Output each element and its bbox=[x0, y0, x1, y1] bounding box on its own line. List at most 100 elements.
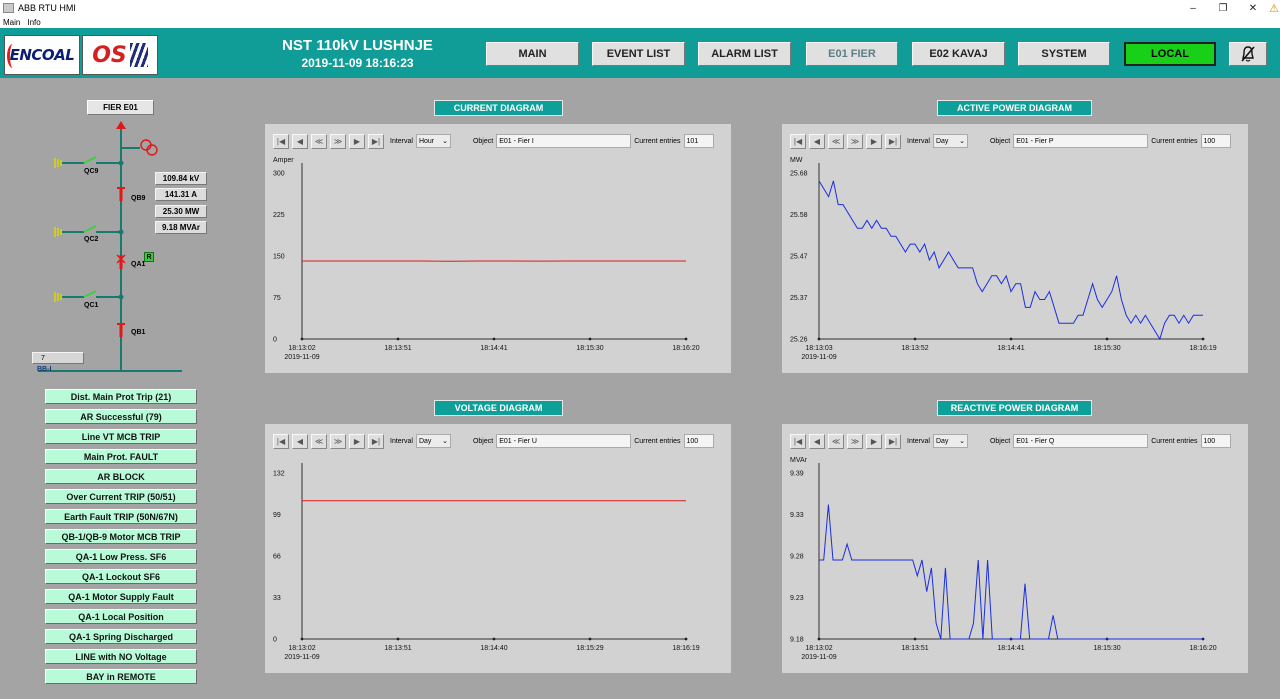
prev-button[interactable]: ◀ bbox=[292, 133, 308, 149]
local-mode-button[interactable]: LOCAL bbox=[1124, 42, 1216, 66]
alarm-indicator[interactable]: QA-1 Low Press. SF6 bbox=[45, 549, 197, 564]
first-page-button[interactable]: |◀ bbox=[790, 433, 806, 449]
object-field[interactable]: E01 - Fier Q bbox=[1013, 434, 1149, 448]
next-button[interactable]: ▶ bbox=[349, 433, 365, 449]
qc9-earth-icon bbox=[54, 158, 62, 168]
menu-info[interactable]: Info bbox=[27, 18, 40, 27]
x-tick-label: 18:13:02 bbox=[805, 645, 832, 652]
fast-forward-button[interactable]: ≫ bbox=[330, 433, 346, 449]
rewind-button[interactable]: ≪ bbox=[828, 433, 844, 449]
last-page-button[interactable]: ▶| bbox=[368, 133, 384, 149]
x-tick-label: 18:15:29 bbox=[576, 645, 603, 652]
qb1-label[interactable]: QB1 bbox=[131, 329, 145, 336]
x-tick-mark bbox=[684, 337, 688, 341]
prev-button[interactable]: ◀ bbox=[292, 433, 308, 449]
qa1-label[interactable]: QA1 bbox=[131, 261, 145, 268]
y-tick-label: 150 bbox=[273, 254, 285, 261]
current-entries-field[interactable]: 101 bbox=[683, 134, 714, 148]
object-field[interactable]: E01 - Fier U bbox=[496, 434, 632, 448]
alarm-indicator[interactable]: QB-1/QB-9 Motor MCB TRIP bbox=[45, 529, 197, 544]
object-field[interactable]: E01 - Fier P bbox=[1013, 134, 1149, 148]
rewind-button[interactable]: ≪ bbox=[311, 433, 327, 449]
fast-forward-button[interactable]: ≫ bbox=[847, 433, 863, 449]
minimize-button[interactable]: – bbox=[1178, 0, 1208, 16]
current-entries-field[interactable]: 100 bbox=[1200, 134, 1231, 148]
y-tick-label: 33 bbox=[273, 595, 281, 602]
x-tick-label: 18:15:30 bbox=[1093, 645, 1120, 652]
alarm-indicator[interactable]: QA-1 Motor Supply Fault bbox=[45, 589, 197, 604]
reactive-power-diagram-panel: |◀ ◀ ≪ ≫ ▶ ▶| Interval Day ⌄ Object E01 - Fier Q Cu… bbox=[782, 424, 1248, 673]
interval-value: Day bbox=[935, 437, 949, 445]
next-button[interactable]: ▶ bbox=[349, 133, 365, 149]
first-page-button[interactable]: |◀ bbox=[790, 133, 806, 149]
interval-select[interactable]: Hour ⌄ bbox=[415, 134, 451, 148]
alarm-indicator[interactable]: BAY in REMOTE bbox=[45, 669, 197, 684]
fast-forward-button[interactable]: ≫ bbox=[330, 133, 346, 149]
y-tick-label: 25.47 bbox=[790, 254, 808, 261]
object-field[interactable]: E01 - Fier I bbox=[496, 134, 632, 148]
prev-button[interactable]: ◀ bbox=[809, 433, 825, 449]
encoal-logo: ENCOAL bbox=[4, 35, 80, 75]
current-entries-field[interactable]: 100 bbox=[683, 434, 714, 448]
fast-forward-button[interactable]: ≫ bbox=[847, 133, 863, 149]
qb9-label[interactable]: QB9 bbox=[131, 195, 145, 202]
alarm-indicator[interactable]: Over Current TRIP (50/51) bbox=[45, 489, 197, 504]
nav-system-button[interactable]: SYSTEM bbox=[1018, 42, 1110, 66]
single-line-diagram bbox=[38, 121, 182, 372]
x-tick-label: 18:13:51 bbox=[384, 645, 411, 652]
chart-toolbar: |◀ ◀ ≪ ≫ ▶ ▶| Interval Day ⌄ Object E01 - Fier P Cu… bbox=[790, 133, 1231, 149]
close-button[interactable]: ✕ bbox=[1238, 0, 1268, 16]
interval-select[interactable]: Day ⌄ bbox=[415, 434, 451, 448]
last-page-button[interactable]: ▶| bbox=[885, 433, 901, 449]
x-tick-label: 18:14:41 bbox=[997, 345, 1024, 352]
x-tick-label: 18:13:51 bbox=[384, 345, 411, 352]
alarm-indicator[interactable]: Earth Fault TRIP (50N/67N) bbox=[45, 509, 197, 524]
alarm-indicator[interactable]: Line VT MCB TRIP bbox=[45, 429, 197, 444]
menu-main[interactable]: Main bbox=[3, 18, 20, 27]
alarm-indicator[interactable]: QA-1 Local Position bbox=[45, 609, 197, 624]
qc2-label[interactable]: QC2 bbox=[84, 236, 98, 243]
next-button[interactable]: ▶ bbox=[866, 133, 882, 149]
next-button[interactable]: ▶ bbox=[866, 433, 882, 449]
interval-select[interactable]: Day ⌄ bbox=[932, 434, 968, 448]
x-tick-label: 18:16:20 bbox=[1189, 645, 1216, 652]
y-axis-unit: MVAr bbox=[790, 457, 808, 464]
rewind-button[interactable]: ≪ bbox=[828, 133, 844, 149]
os-logo: OS bbox=[82, 35, 158, 75]
measurement-voltage: 109.84 kV bbox=[155, 172, 207, 185]
line-chart: Amper 300 225 150 75 0 18:13:02 18:13:51 18:14:4… bbox=[273, 157, 700, 361]
last-page-button[interactable]: ▶| bbox=[885, 133, 901, 149]
alarm-mute-button[interactable] bbox=[1229, 42, 1267, 66]
object-label: Object bbox=[989, 137, 1011, 145]
nav-main-button[interactable]: MAIN bbox=[486, 42, 579, 66]
interval-select[interactable]: Day ⌄ bbox=[932, 134, 968, 148]
alarm-indicator[interactable]: QA-1 Lockout SF6 bbox=[45, 569, 197, 584]
first-page-button[interactable]: |◀ bbox=[273, 133, 289, 149]
qc1-label[interactable]: QC1 bbox=[84, 302, 98, 309]
object-label: Object bbox=[989, 437, 1011, 445]
rewind-button[interactable]: ≪ bbox=[311, 133, 327, 149]
current-entries-field[interactable]: 100 bbox=[1200, 434, 1231, 448]
y-tick-label: 9.28 bbox=[790, 554, 804, 561]
measurement-active-power: 25.30 MW bbox=[155, 205, 207, 218]
alarm-indicator[interactable]: AR Successful (79) bbox=[45, 409, 197, 424]
alarm-indicator[interactable]: Main Prot. FAULT bbox=[45, 449, 197, 464]
alarm-indicator[interactable]: Dist. Main Prot Trip (21) bbox=[45, 389, 197, 404]
last-page-button[interactable]: ▶| bbox=[368, 433, 384, 449]
qc9-label[interactable]: QC9 bbox=[84, 168, 98, 175]
x-tick-mark bbox=[817, 637, 821, 641]
alarm-indicator[interactable]: AR BLOCK bbox=[45, 469, 197, 484]
maximize-button[interactable]: ❐ bbox=[1208, 0, 1238, 16]
nav-e01-fier-button[interactable]: E01 FIER bbox=[806, 42, 898, 66]
current-entries-label: Current entries bbox=[1151, 137, 1198, 145]
alarm-indicator[interactable]: LINE with NO Voltage bbox=[45, 649, 197, 664]
x-tick-mark bbox=[1009, 337, 1013, 341]
nav-e02-kavaj-button[interactable]: E02 KAVAJ bbox=[912, 42, 1005, 66]
y-tick-label: 0 bbox=[273, 637, 277, 644]
nav-event-list-button[interactable]: EVENT LIST bbox=[592, 42, 685, 66]
nav-alarm-list-button[interactable]: ALARM LIST bbox=[698, 42, 791, 66]
prev-button[interactable]: ◀ bbox=[809, 133, 825, 149]
alarm-indicator[interactable]: QA-1 Spring Discharged bbox=[45, 629, 197, 644]
first-page-button[interactable]: |◀ bbox=[273, 433, 289, 449]
bay-name-label[interactable]: FIER E01 bbox=[87, 100, 154, 115]
